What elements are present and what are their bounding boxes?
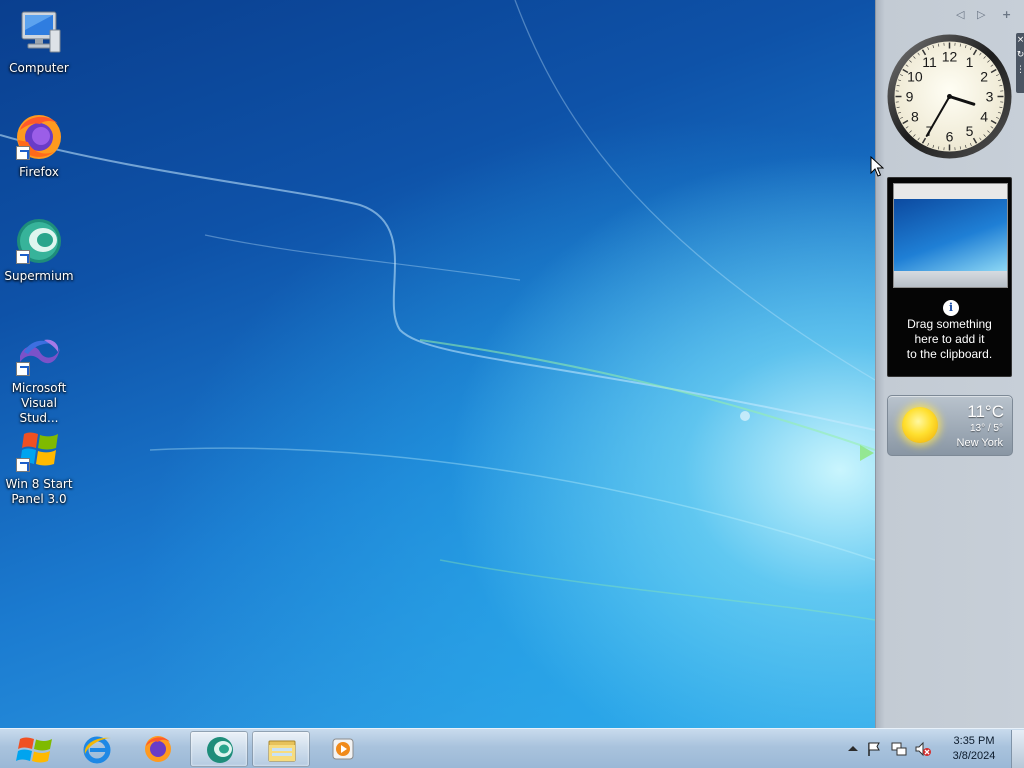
clock-numeral: 8 xyxy=(911,109,919,125)
desktop-icon-computer[interactable]: Computer xyxy=(0,8,78,76)
weather-temperature: 11°C xyxy=(967,402,1004,421)
taskbar-media-player[interactable] xyxy=(314,731,372,767)
close-icon[interactable]: × xyxy=(1016,33,1024,48)
computer-icon xyxy=(14,8,64,58)
media-player-icon xyxy=(332,738,354,760)
shortcut-arrow-icon xyxy=(16,458,30,472)
options-icon[interactable]: ↻ xyxy=(1016,48,1024,63)
weather-gadget[interactable]: 11°C 13° / 5° New York xyxy=(887,395,1013,456)
desktop-icon-firefox[interactable]: Firefox xyxy=(0,112,78,180)
show-desktop-button[interactable] xyxy=(1011,730,1024,768)
clipboard-gadget[interactable]: i Drag something here to add it to the c… xyxy=(887,177,1012,377)
mouse-cursor-icon xyxy=(870,156,884,177)
desktop-icon-label: Supermium xyxy=(4,269,74,283)
folder-icon xyxy=(268,740,296,762)
start-button[interactable] xyxy=(8,729,62,768)
clipboard-hint-text: Drag something here to add it to the cli… xyxy=(906,317,993,361)
supermium-icon xyxy=(14,216,64,266)
gadget-toolbar: × ↻ ⋮ xyxy=(1016,33,1024,93)
clipboard-preview-thumbnail xyxy=(893,183,1008,288)
taskbar-internet-explorer[interactable] xyxy=(68,731,126,767)
desktop-icon-label: Win 8 Start Panel 3.0 xyxy=(5,477,73,506)
desktop-icon-label: Firefox xyxy=(19,165,59,179)
shortcut-arrow-icon xyxy=(16,250,30,264)
visual-studio-icon xyxy=(14,328,64,378)
clock-numeral: 9 xyxy=(906,89,914,105)
firefox-icon xyxy=(145,736,171,762)
desktop-icon-win8-start-panel[interactable]: Win 8 Start Panel 3.0 xyxy=(0,424,78,507)
network-icon[interactable] xyxy=(891,741,907,757)
shortcut-arrow-icon xyxy=(16,146,30,160)
clock-numeral: 6 xyxy=(946,129,954,145)
show-hidden-icons-arrow[interactable] xyxy=(845,741,861,757)
volume-muted-icon[interactable] xyxy=(915,741,931,757)
gadget-sidebar: ◁ ▷ + × ↻ ⋮ 121234567891011 xyxy=(875,0,1024,728)
clock-numeral: 2 xyxy=(980,69,988,85)
desktop-icon-label: Microsoft Visual Stud... xyxy=(11,381,67,425)
wallpaper-light-streaks xyxy=(0,0,875,621)
firefox-icon xyxy=(14,112,64,162)
clock-gadget[interactable]: 121234567891011 xyxy=(886,33,1013,160)
add-gadget-button[interactable]: + xyxy=(1002,8,1011,21)
taskbar: 3:35 PM 3/8/2024 xyxy=(0,728,1024,768)
sidebar-next-button[interactable]: ▷ xyxy=(977,8,985,21)
clock-numeral: 5 xyxy=(966,123,974,139)
clock-numeral: 4 xyxy=(980,109,988,125)
taskbar-supermium[interactable] xyxy=(190,731,248,767)
desktop-icon-visual-studio[interactable]: Microsoft Visual Stud... xyxy=(0,328,78,426)
windows-start-orb-icon xyxy=(16,737,52,763)
weather-city: New York xyxy=(956,437,1003,449)
sidebar-prev-button[interactable]: ◁ xyxy=(956,8,964,21)
shortcut-arrow-icon xyxy=(16,362,30,376)
clock-numeral: 10 xyxy=(907,69,923,85)
sun-icon xyxy=(902,407,938,443)
clock-numeral: 3 xyxy=(986,89,994,105)
taskbar-file-explorer[interactable] xyxy=(252,731,310,767)
drag-handle-icon[interactable]: ⋮ xyxy=(1016,63,1024,78)
desktop-icon-supermium[interactable]: Supermium xyxy=(0,216,78,284)
clock-time: 3:35 PM xyxy=(953,735,995,747)
taskbar-firefox[interactable] xyxy=(129,731,187,767)
clock-numeral: 12 xyxy=(942,49,958,65)
weather-high-low: 13° / 5° xyxy=(969,423,1003,434)
info-icon: i xyxy=(943,300,959,316)
desktop-icon-label: Computer xyxy=(9,61,69,75)
action-center-flag-icon[interactable] xyxy=(866,741,882,757)
clock-date: 3/8/2024 xyxy=(952,750,996,762)
internet-explorer-icon xyxy=(83,736,111,764)
taskbar-clock[interactable]: 3:35 PM 3/8/2024 xyxy=(944,734,1004,764)
supermium-icon xyxy=(207,737,233,763)
clock-numeral: 1 xyxy=(966,54,974,70)
desktop-wallpaper[interactable]: Computer Firefox Supermium Microsoft Vis… xyxy=(0,0,875,728)
windows-flag-icon xyxy=(14,424,64,474)
clock-numeral: 11 xyxy=(922,54,937,70)
